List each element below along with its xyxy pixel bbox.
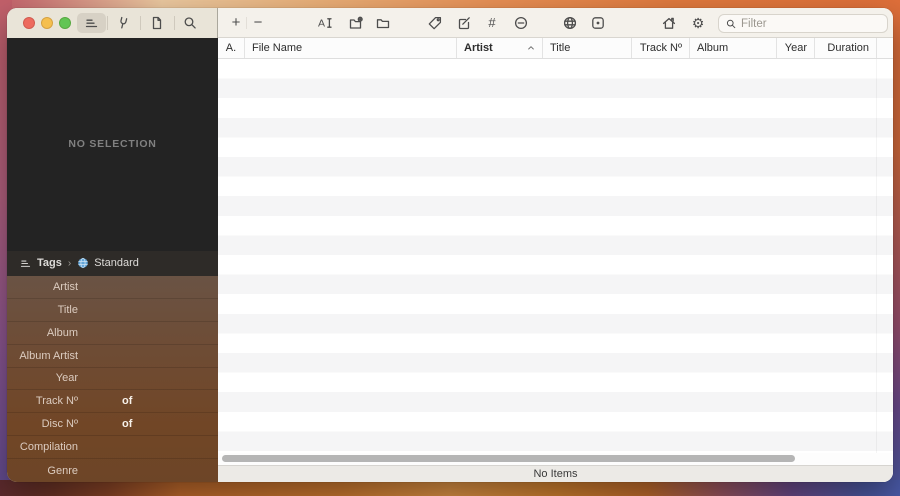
tag-icon[interactable] (426, 14, 444, 32)
filter-search-icon (726, 19, 736, 28)
close-button[interactable] (23, 17, 35, 29)
web-lookup-icon[interactable] (561, 14, 579, 32)
minimize-button[interactable] (41, 17, 53, 29)
minus-icon: − (253, 14, 263, 31)
toolbar-divider (246, 17, 247, 29)
home-icon[interactable] (660, 14, 678, 32)
editor-pane-icon[interactable] (83, 15, 99, 31)
field-label: Album (46, 326, 78, 339)
segment-divider (174, 16, 175, 30)
column-header-year[interactable]: Year (777, 38, 815, 58)
field-label: Compilation (19, 441, 78, 454)
edit-tags-icon[interactable] (455, 14, 473, 32)
tuning-fork-icon[interactable] (115, 15, 131, 31)
titlebar-main-section: + − A # ⚙ Filter (218, 8, 893, 38)
globe-icon (78, 258, 89, 269)
titlebar-sidebar-section (7, 8, 218, 38)
form-row-compilation[interactable]: Compilation (7, 436, 218, 460)
status-bar: No Items (218, 465, 893, 482)
titlebar: + − A # ⚙ Filter (7, 8, 893, 38)
add-files-button[interactable]: + (227, 14, 245, 32)
horizontal-scrollbar (218, 453, 893, 465)
form-row-album-artist[interactable]: Album Artist (7, 345, 218, 368)
field-label: Artist (52, 280, 78, 293)
rename-ai-icon: A (318, 18, 332, 30)
folder-badge-icon (349, 16, 363, 29)
form-row-track-no[interactable]: Track Nº of (7, 390, 218, 414)
zoom-button[interactable] (59, 17, 71, 29)
desktop-wallpaper-bottom (0, 480, 900, 496)
sort-ascending-icon (528, 46, 534, 50)
filter-input[interactable] (741, 17, 881, 30)
content: NO SELECTION Tags › Standard Artist Titl… (7, 38, 893, 482)
segment-divider (107, 16, 108, 30)
new-folder-button[interactable] (347, 14, 365, 32)
column-header-spare[interactable] (877, 38, 893, 58)
form-row-artist[interactable]: Artist (7, 276, 218, 299)
field-label: Genre (47, 464, 78, 477)
no-selection-label: NO SELECTION (68, 137, 157, 150)
clear-tags-icon[interactable] (512, 14, 530, 32)
field-label: Disc Nº (41, 418, 78, 431)
svg-text:A: A (318, 18, 325, 30)
column-header-duration[interactable]: Duration (815, 38, 877, 58)
field-label: Album Artist (19, 349, 78, 362)
search-icon[interactable] (182, 15, 198, 31)
column-header-track-no[interactable]: Track Nº (632, 38, 690, 58)
file-table: A. File Name Artist Title Track Nº Album… (218, 38, 893, 482)
app-window: + − A # ⚙ Filter NO SELECTION Tags › Sta… (7, 8, 893, 482)
form-row-title[interactable]: Title (7, 299, 218, 322)
tag-form: Artist Title Album Album Artist Year Tra… (7, 275, 218, 482)
tags-list-icon (20, 260, 31, 267)
form-row-album[interactable]: Album (7, 322, 218, 345)
track-number-icon[interactable]: # (483, 14, 501, 32)
horizontal-scrollbar-thumb[interactable] (222, 455, 795, 462)
table-rows-empty[interactable] (218, 59, 893, 453)
column-header-album[interactable]: Album (690, 38, 777, 58)
filter-field[interactable] (718, 14, 888, 33)
breadcrumb: Tags › Standard (7, 250, 218, 276)
breadcrumb-tags[interactable]: Tags (37, 257, 62, 269)
status-text: No Items (533, 468, 578, 480)
form-row-disc-no[interactable]: Disc Nº of (7, 413, 218, 437)
of-label: of (122, 418, 133, 431)
table-header: A. File Name Artist Title Track Nº Album… (218, 38, 893, 59)
folder-icon[interactable] (374, 14, 392, 32)
plus-icon: + (231, 14, 241, 31)
chevron-right-icon: › (67, 257, 72, 269)
artwork-icon[interactable] (589, 14, 607, 32)
column-header-file-name[interactable]: File Name (245, 38, 457, 58)
column-separator (876, 59, 877, 453)
document-icon[interactable] (149, 15, 165, 31)
gear-icon: ⚙ (691, 15, 705, 31)
sidebar: NO SELECTION Tags › Standard Artist Titl… (7, 38, 218, 482)
segment-divider (140, 16, 141, 30)
field-label: Title (57, 303, 78, 316)
artwork-panel: NO SELECTION (7, 38, 218, 251)
column-header-title[interactable]: Title (543, 38, 632, 58)
form-row-genre[interactable]: Genre (7, 459, 218, 482)
column-header-artist[interactable]: Artist (457, 38, 543, 58)
field-label: Track Nº (35, 395, 78, 408)
settings-button[interactable]: ⚙ (689, 14, 707, 32)
rename-button[interactable]: A (316, 14, 334, 32)
form-row-year[interactable]: Year (7, 368, 218, 391)
column-header-artwork[interactable]: A. (218, 38, 245, 58)
breadcrumb-standard[interactable]: Standard (94, 257, 139, 269)
of-label: of (122, 395, 133, 408)
remove-files-button[interactable]: − (249, 14, 267, 32)
field-label: Year (55, 372, 78, 385)
